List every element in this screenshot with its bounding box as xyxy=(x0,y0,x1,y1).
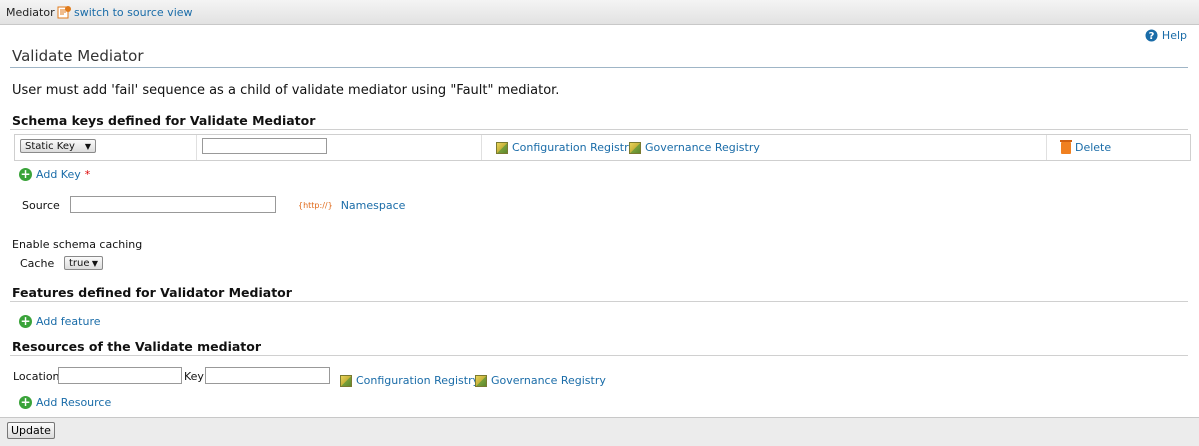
features-heading: Features defined for Validator Mediator xyxy=(12,285,292,300)
dropdown-arrow-icon: ▼ xyxy=(84,142,91,151)
schema-key-input[interactable] xyxy=(202,138,327,154)
trash-icon xyxy=(1060,139,1072,154)
add-feature-link[interactable]: + Add feature xyxy=(19,315,101,328)
svg-text:?: ? xyxy=(1149,31,1155,42)
title-divider xyxy=(10,67,1188,68)
features-divider xyxy=(10,301,1188,302)
schema-key-row: Static Key ▼ Configuration Registry Gover… xyxy=(14,134,1191,161)
add-icon: + xyxy=(19,395,32,409)
fail-sequence-note: User must add 'fail' sequence as a child… xyxy=(12,83,560,98)
help-icon: ? xyxy=(1145,29,1158,42)
resource-governance-registry-link[interactable]: Governance Registry xyxy=(475,374,606,387)
resource-key-input[interactable] xyxy=(205,367,330,384)
add-icon: + xyxy=(19,167,32,181)
top-bar: Mediator switch to source view xyxy=(0,0,1199,25)
key-type-value: Static Key xyxy=(25,141,75,152)
resources-heading: Resources of the Validate mediator xyxy=(12,339,262,354)
action-bar xyxy=(0,417,1199,446)
schema-governance-registry-link[interactable]: Governance Registry xyxy=(629,141,760,154)
help-link[interactable]: ? Help xyxy=(1145,29,1187,42)
registry-icon xyxy=(475,374,487,387)
schema-config-registry-link[interactable]: Configuration Registry xyxy=(496,141,635,154)
cache-value: true xyxy=(69,258,90,269)
update-button[interactable]: Update xyxy=(7,422,55,439)
switch-to-source-view-link[interactable]: switch to source view xyxy=(74,6,193,19)
schema-caching-label: Enable schema caching xyxy=(12,238,143,251)
namespace-link[interactable]: {http://} Namespace xyxy=(298,199,405,212)
delete-key-link[interactable]: Delete xyxy=(1060,139,1111,154)
schema-keys-heading: Schema keys defined for Validate Mediato… xyxy=(12,113,316,128)
dropdown-arrow-icon: ▼ xyxy=(91,259,98,268)
cache-label: Cache xyxy=(20,257,55,270)
registry-icon xyxy=(629,141,641,154)
resource-config-registry-link[interactable]: Configuration Registry xyxy=(340,374,479,387)
cache-select[interactable]: true ▼ xyxy=(64,256,103,270)
location-input[interactable] xyxy=(58,367,182,384)
mediator-label: Mediator xyxy=(6,6,55,19)
namespace-icon: {http://} xyxy=(298,201,333,210)
registry-icon xyxy=(340,374,352,387)
schema-keys-divider xyxy=(10,129,1188,130)
source-view-icon[interactable] xyxy=(57,5,71,22)
location-label: Location xyxy=(13,370,60,383)
required-marker: * xyxy=(84,168,91,181)
key-type-select[interactable]: Static Key ▼ xyxy=(20,139,96,153)
page-title: Validate Mediator xyxy=(12,47,144,65)
help-label: Help xyxy=(1161,29,1187,42)
source-input[interactable] xyxy=(70,196,276,213)
resources-divider xyxy=(10,355,1188,356)
add-resource-link[interactable]: + Add Resource xyxy=(19,396,111,409)
add-icon: + xyxy=(19,314,32,328)
source-label: Source xyxy=(22,199,60,212)
registry-icon xyxy=(496,141,508,154)
add-key-link[interactable]: + Add Key * xyxy=(19,168,90,181)
key-label: Key xyxy=(184,370,204,383)
